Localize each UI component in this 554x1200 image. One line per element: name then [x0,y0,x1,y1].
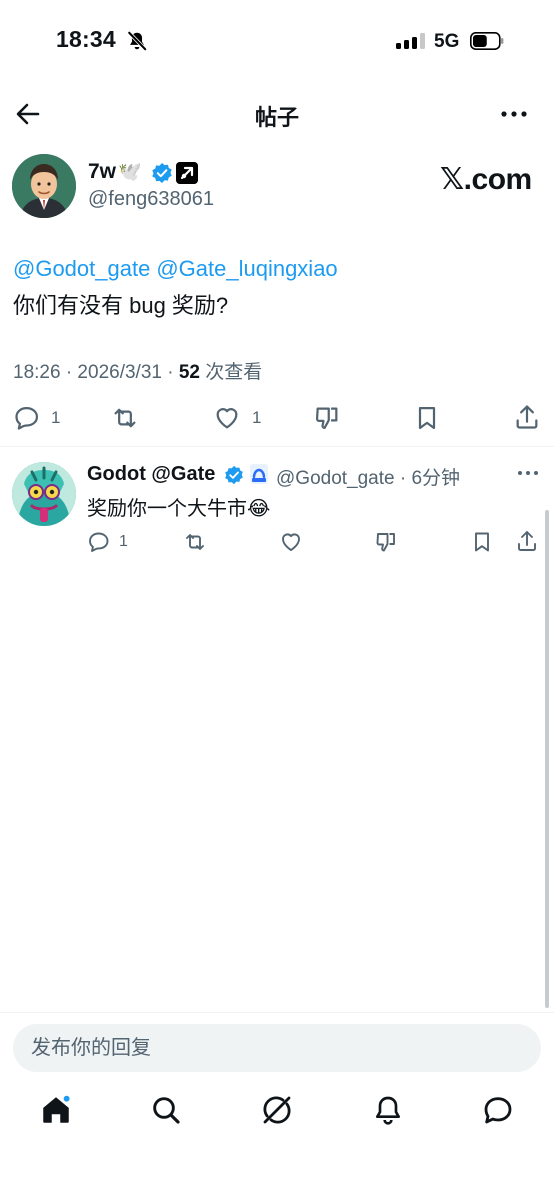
avatar-illustration [12,154,76,218]
page-title: 帖子 [254,105,299,130]
author-emoji: 🕊️ [118,162,142,183]
tab-messages[interactable] [478,1090,518,1130]
dislike-button[interactable] [313,404,341,432]
reply-button[interactable]: 1 [13,404,60,432]
repost-icon [186,534,204,550]
reply-author-handle: @Godot_gate · 6分钟 [276,463,460,490]
tab-grok[interactable] [257,1090,297,1130]
mention-link[interactable]: @Godot_gate [13,256,150,281]
more-options-button[interactable] [498,100,530,128]
messages-icon [484,1097,512,1124]
source-label: 𝕏.com [440,163,532,196]
views-count: 52 [178,362,200,383]
author-avatar[interactable] [12,154,76,218]
battery-icon [470,32,504,50]
reply-author-name[interactable]: Godot @Gate [87,463,215,486]
share-icon [516,405,538,429]
reply-time: · 6分钟 [394,468,461,489]
dislike-icon [315,407,338,430]
status-bar: 18:34 5G [0,0,554,84]
affiliate-badge-icon [176,162,198,184]
bell-off-icon [127,31,147,51]
repost-button[interactable] [110,404,140,432]
post-text: 你们有没有 bug 奖励? [13,293,229,318]
verified-badge-icon [225,465,243,485]
post-timestamp: 18:26 · 2026/3/31 · [13,362,179,383]
reply-action-bar: 1 [0,528,554,558]
home-icon [43,1094,72,1123]
reply-text: 奖励你一个大牛市😂 [87,498,271,520]
status-time: 18:34 [56,26,116,52]
reply-more-button[interactable] [516,464,540,482]
reply-count: 1 [51,408,61,427]
tab-search[interactable] [146,1090,186,1130]
bookmark-icon [418,406,436,430]
mention-link[interactable]: @Gate_luqingxiao [156,256,337,281]
reply-handle-text[interactable]: @Godot_gate [276,468,395,489]
gate-affiliate-badge-icon [250,464,268,484]
reply-author-avatar[interactable] [12,462,76,526]
bookmark-button[interactable] [413,404,441,432]
reply-reply-button[interactable]: 1 [87,530,128,554]
grok-icon [263,1096,291,1124]
tab-home[interactable] [36,1090,76,1130]
share-button[interactable] [513,403,541,431]
dislike-icon [376,533,395,552]
comment-icon [15,406,39,430]
share-icon [518,531,536,551]
reply-like-button[interactable] [278,530,304,554]
search-icon [153,1097,180,1124]
signal-strength-icon [396,33,426,49]
avatar-illustration [12,462,76,526]
reply-repost-button[interactable] [182,530,208,554]
heart-icon [216,408,238,429]
views-label: 次查看 [199,362,263,383]
post-mentions: @Godot_gate @Gate_luqingxiao [13,256,344,282]
notifications-icon [376,1096,400,1125]
tab-notifications[interactable] [368,1090,408,1130]
repost-icon [114,408,136,428]
author-name[interactable]: 7w [88,160,116,184]
reply-bookmark-button[interactable] [470,530,494,554]
post-divider [0,446,554,447]
reply-dislike-button[interactable] [374,530,398,554]
verified-badge-icon [152,163,172,183]
network-type: 5G [434,31,460,52]
like-button[interactable]: 1 [212,404,261,432]
bookmark-icon [475,532,489,552]
reply-composer[interactable] [13,1024,541,1072]
like-count: 1 [252,408,262,427]
post-meta: 18:26 · 2026/3/31 · 52 次查看 [13,357,262,384]
composer-divider [0,1012,554,1013]
comment-icon [89,532,109,552]
reply-share-button[interactable] [515,529,539,553]
heart-icon [282,533,300,551]
reply-reply-count: 1 [119,533,128,550]
post-action-bar: 1 1 [0,402,554,436]
author-handle[interactable]: @feng638061 [88,188,214,211]
scrollbar[interactable] [545,510,549,1008]
reply-input[interactable] [13,1024,529,1072]
bottom-tab-bar [0,1090,554,1146]
